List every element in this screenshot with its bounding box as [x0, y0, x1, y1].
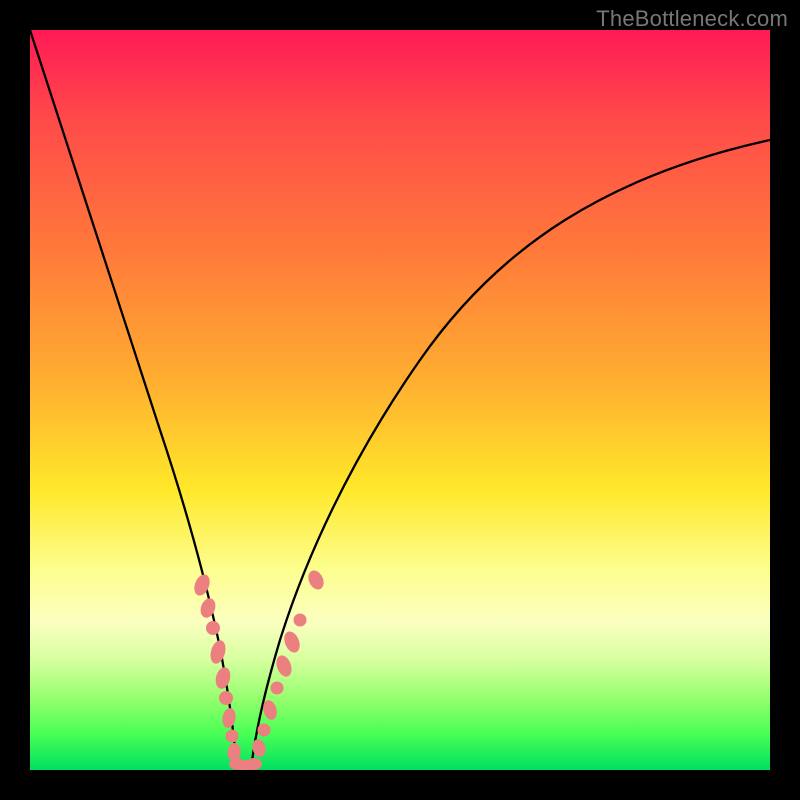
- chart-svg: [30, 30, 770, 770]
- chart-plot-area: [30, 30, 770, 770]
- curve-left-branch: [30, 30, 237, 770]
- marker-dots: [191, 568, 326, 770]
- watermark-text: TheBottleneck.com: [596, 6, 788, 32]
- curve-right-branch: [251, 140, 770, 770]
